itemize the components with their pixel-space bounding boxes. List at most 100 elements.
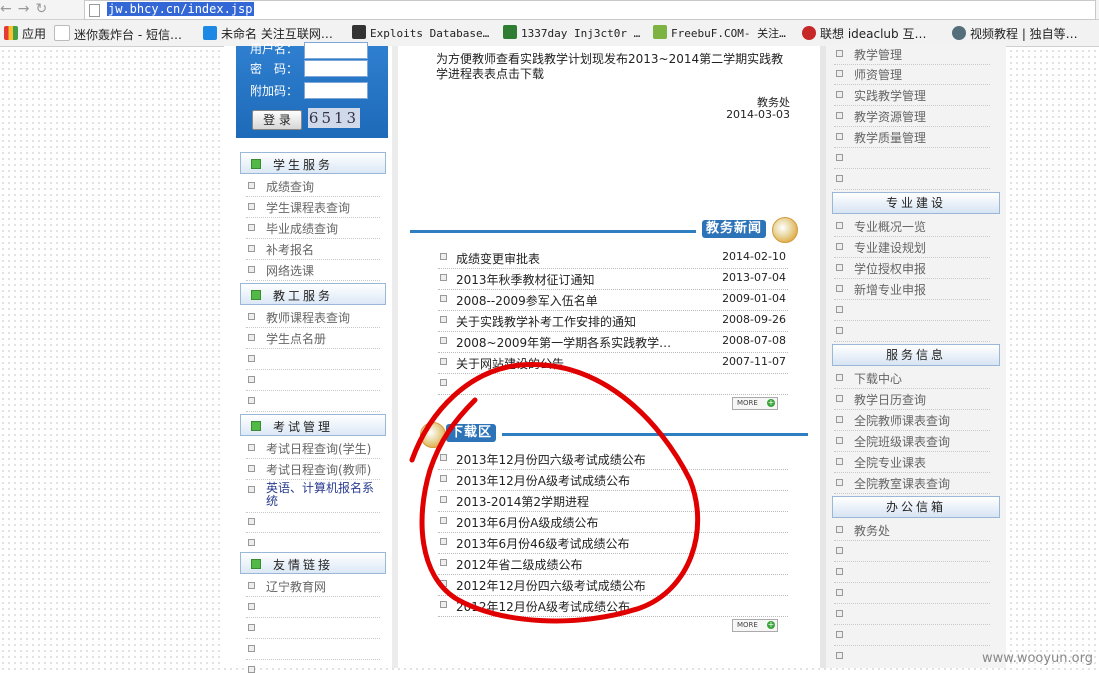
bullet-icon [440, 538, 447, 545]
sidebar-item[interactable]: 考试日程查询(学生) [246, 438, 380, 459]
sidebar-item[interactable]: 补考报名 [246, 239, 380, 260]
sidebar-item[interactable]: 毕业成绩查询 [246, 218, 380, 239]
download-item[interactable]: 2013年12月份A级考试成绩公布 [438, 469, 788, 491]
username-input[interactable] [304, 42, 368, 59]
bullet-icon [836, 154, 843, 161]
nav-arrows-icon[interactable]: ←→↻ [0, 1, 53, 17]
sidebar-item[interactable]: 学生课程表查询 [246, 197, 380, 218]
square-icon [251, 159, 261, 169]
sidebar-item[interactable]: 英语、计算机报名系统 [246, 480, 380, 513]
student-services-header: 学生服务 [240, 152, 386, 174]
sidebar-item[interactable]: 学生点名册 [246, 328, 380, 349]
bullet-icon [836, 264, 843, 271]
bookmark-apps[interactable]: 应用 [4, 25, 46, 42]
bullet-icon [836, 631, 843, 638]
right-item[interactable]: 教务处 [834, 520, 990, 541]
sidebar-item[interactable]: 教师课程表查询 [246, 307, 380, 328]
bullet-icon [836, 243, 843, 250]
right-item[interactable]: 教学资源管理 [834, 106, 990, 127]
sidebar-item[interactable]: 网络选课 [246, 260, 380, 281]
download-item[interactable]: 2013-2014第2学期进程 [438, 490, 788, 512]
right-item[interactable]: 全院班级课表查询 [834, 431, 990, 452]
sidebar-item [246, 391, 380, 412]
sidebar-item[interactable]: 成绩查询 [246, 176, 380, 197]
bullet-icon [248, 245, 255, 252]
bullet-icon [836, 91, 843, 98]
plus-icon: + [767, 398, 775, 407]
bullet-icon [836, 374, 843, 381]
download-item[interactable]: 2012年12月份A级考试成绩公布 [438, 595, 788, 617]
download-item[interactable]: 2013年6月份A级成绩公布 [438, 511, 788, 533]
right-item[interactable]: 下载中心 [834, 368, 990, 389]
right-item[interactable]: 全院教室课表查询 [834, 473, 990, 494]
sidebar-item [246, 597, 380, 618]
bullet-icon [248, 603, 255, 610]
download-item[interactable]: 2013年12月份四六级考试成绩公布 [438, 448, 788, 470]
news-item[interactable]: 2008--2009参军入伍名单 2009-01-04 [438, 289, 788, 311]
right-item [834, 148, 990, 169]
password-input[interactable] [304, 60, 368, 77]
site-icon [802, 26, 816, 40]
bullet-icon [836, 458, 843, 465]
bullet-icon [836, 175, 843, 182]
captcha-image[interactable]: 6513 [308, 108, 360, 128]
left-column: 用户名： 密 码： 附加码： 登 录 6513 学生服务 成绩查询 学生课程表查… [224, 42, 393, 673]
news-item[interactable]: 成绩变更审批表 2014-02-10 [438, 247, 788, 269]
download-item[interactable]: 2012年省二级成绩公布 [438, 553, 788, 575]
bookmark-item[interactable]: 1337day Inj3ct0r … [503, 25, 640, 40]
right-item[interactable]: 师资管理 [834, 64, 990, 85]
news-item[interactable]: 关于网站建设的公告 2007-11-07 [438, 352, 788, 374]
right-item[interactable]: 专业概况一览 [834, 216, 990, 237]
bullet-icon [836, 416, 843, 423]
bullet-icon [248, 266, 255, 273]
sidebar-item[interactable]: 辽宁教育网 [246, 576, 380, 597]
login-button[interactable]: 登 录 [252, 110, 302, 130]
right-item[interactable]: 学位授权申报 [834, 258, 990, 279]
news-more-button[interactable]: MORE + [732, 397, 778, 410]
sidebar-item[interactable]: 考试日程查询(教师) [246, 459, 380, 480]
bullet-icon [440, 601, 447, 608]
right-item [834, 604, 990, 625]
bookmark-item[interactable]: 迷你轰炸台 - 短信… [54, 25, 182, 43]
office-mailbox-header: 办公信箱 [832, 496, 1000, 518]
bullet-icon [836, 306, 843, 313]
right-item[interactable]: 教学质量管理 [834, 127, 990, 148]
bullet-icon [440, 316, 447, 323]
square-icon [251, 559, 261, 569]
right-item[interactable]: 全院教师课表查询 [834, 410, 990, 431]
bookmark-item[interactable]: Exploits Database… [352, 25, 489, 40]
news-item[interactable]: 关于实践教学补考工作安排的通知 2008-09-26 [438, 310, 788, 332]
sidebar-item [246, 533, 380, 554]
right-item[interactable]: 新增专业申报 [834, 279, 990, 300]
news-item[interactable]: 2008~2009年第一学期各系实践教学… 2008-07-08 [438, 331, 788, 353]
right-item[interactable]: 专业建设规划 [834, 237, 990, 258]
right-item[interactable]: 实践教学管理 [834, 85, 990, 106]
bullet-icon [836, 133, 843, 140]
right-item [834, 562, 990, 583]
bookmark-item[interactable]: 视频教程 | 独自等… [952, 25, 1078, 42]
extra-code-input[interactable] [304, 82, 368, 99]
bullet-icon [440, 496, 447, 503]
news-item[interactable]: 2013年秋季教材征订通知 2013-07-04 [438, 268, 788, 290]
major-building-header: 专业建设 [832, 192, 1000, 214]
sidebar-item [246, 660, 380, 673]
right-item[interactable]: 教学日历查询 [834, 389, 990, 410]
bookmark-item[interactable]: FreebuF.COM- 关注… [653, 25, 786, 41]
news-divider [410, 230, 696, 233]
bullet-icon [836, 568, 843, 575]
square-icon [251, 421, 261, 431]
login-box: 用户名： 密 码： 附加码： 登 录 6513 [236, 42, 388, 138]
download-item[interactable]: 2012年12月份四六级考试成绩公布 [438, 574, 788, 596]
bullet-icon [836, 50, 843, 57]
right-item[interactable]: 全院专业课表 [834, 452, 990, 473]
bookmark-item[interactable]: 联想 ideaclub 互… [802, 25, 926, 42]
bullet-icon [836, 395, 843, 402]
sidebar-item [246, 370, 380, 391]
download-item[interactable]: 2013年6月份46级考试成绩公布 [438, 532, 788, 554]
square-icon [251, 290, 261, 300]
bullet-icon [248, 397, 255, 404]
main-content: 为方便教师查看实践教学计划现发布2013~2014第二学期实践教学进程表表点击下… [392, 46, 820, 668]
right-item[interactable]: 教学管理 [834, 44, 990, 65]
download-more-button[interactable]: MORE + [732, 619, 778, 632]
url-input[interactable]: jw.bhcy.cn/index.jsp [84, 0, 1096, 20]
